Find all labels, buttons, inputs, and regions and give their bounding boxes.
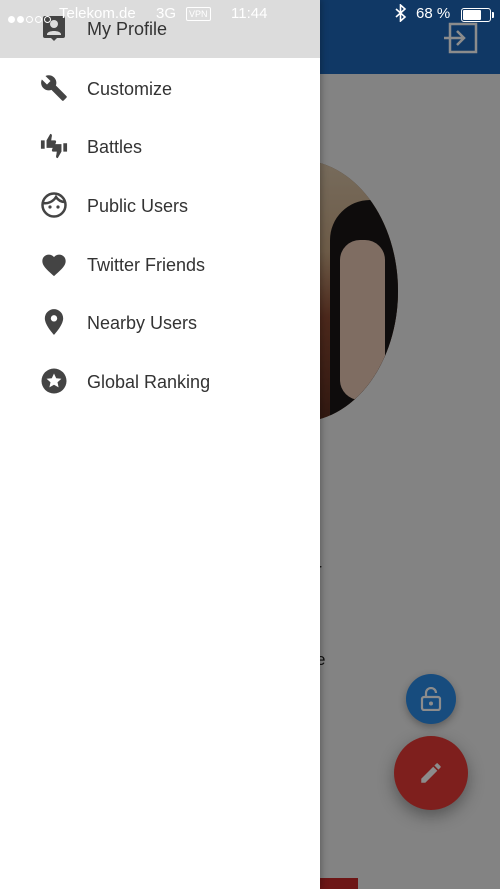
heart-icon [40,250,68,278]
battery-icon [461,8,491,22]
network-type: 3G [156,5,177,22]
face-icon [40,191,68,219]
drawer-item-twitter-friends[interactable]: Twitter Friends [0,235,320,293]
drawer-item-battles[interactable]: Battles [0,117,320,175]
drawer-item-nearby-users[interactable]: Nearby Users [0,293,320,351]
wrench-icon [40,74,68,102]
thumbs-up-down-icon [40,132,68,160]
drawer-item-label: Twitter Friends [87,255,206,275]
location-pin-icon [40,308,68,336]
battery-cap [492,12,494,18]
drawer-item-customize[interactable]: Customize [0,59,320,117]
carrier-name: Telekom.de [59,5,136,22]
drawer-item-label: Public Users [87,196,189,216]
drawer-item-label: Nearby Users [87,313,198,333]
drawer-item-label: Battles [87,137,143,157]
drawer-item-label: Customize [87,79,173,99]
battery-percent: 68 % [416,5,451,22]
bluetooth-icon [395,3,407,26]
drawer-item-public-users[interactable]: Public Users [0,176,320,234]
star-circle-icon [40,367,68,395]
status-bar: Telekom.de 3G VPN 11:44 68 % [0,0,500,28]
clock: 11:44 [231,5,268,22]
drawer-item-global-ranking[interactable]: Global Ranking [0,352,320,410]
navigation-drawer: My Profile Customize Battles Public User… [0,0,320,889]
signal-strength-icon [8,10,53,27]
vpn-badge: VPN [186,7,211,21]
drawer-item-label: Global Ranking [87,372,211,392]
